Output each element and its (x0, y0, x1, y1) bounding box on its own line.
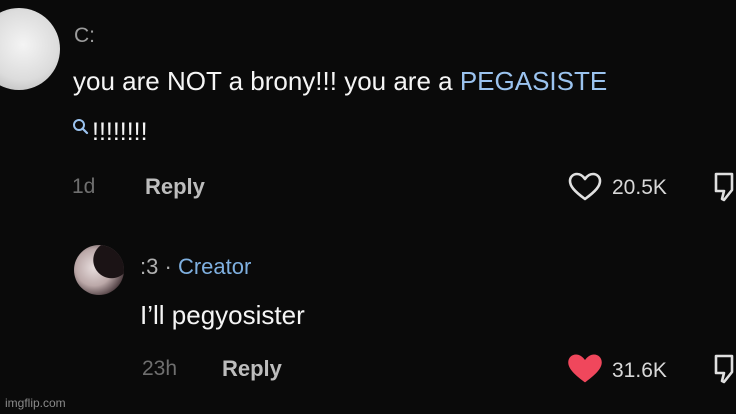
search-icon[interactable] (72, 118, 90, 136)
avatar[interactable] (74, 245, 124, 295)
watermark: imgflip.com (5, 396, 66, 410)
comment-timestamp: 1d (72, 175, 96, 198)
comment-text-continued: !!!!!!!! (72, 118, 148, 147)
comment-text: you are NOT a brony!!! you are a PEGASIS… (73, 66, 607, 97)
reply-button[interactable]: Reply (145, 174, 205, 200)
reply-username-line: :3 · Creator (140, 254, 251, 280)
comment-text-plain: you are NOT a brony!!! you are a (73, 66, 460, 96)
heart-outline-icon[interactable] (568, 172, 602, 202)
reply-username[interactable]: :3 (140, 254, 158, 279)
dislike-icon[interactable] (710, 354, 736, 386)
comment-username[interactable]: C: (74, 24, 95, 48)
heart-filled-icon[interactable] (566, 352, 604, 386)
reply-button[interactable]: Reply (222, 356, 282, 382)
search-highlight-link[interactable]: PEGASISTE (460, 66, 607, 96)
comment-text-tail: !!!!!!!! (92, 118, 148, 146)
avatar[interactable] (0, 8, 60, 90)
dislike-icon[interactable] (710, 172, 736, 204)
like-count: 31.6K (612, 359, 667, 382)
separator-dot: · (164, 254, 172, 279)
like-count: 20.5K (612, 176, 667, 199)
creator-badge: Creator (177, 254, 252, 279)
reply-timestamp: 23h (142, 357, 178, 380)
reply-text: I’ll pegyosister (140, 300, 305, 330)
